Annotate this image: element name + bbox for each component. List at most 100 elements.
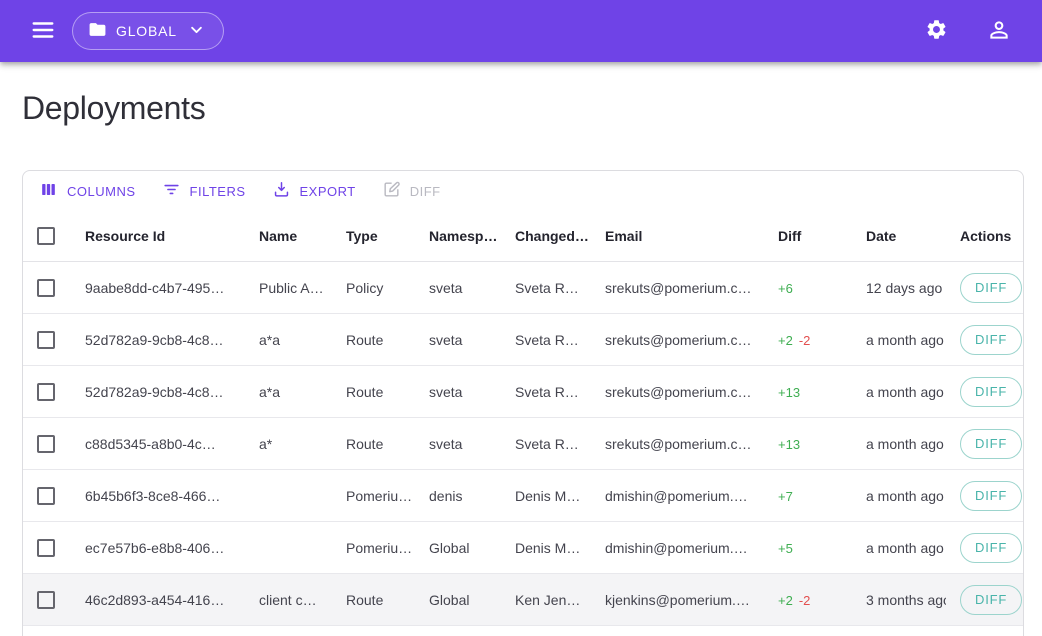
cell-resource-id: 6b45b6f3-8ce8-466…	[69, 488, 243, 504]
app-bar: GLOBAL	[0, 0, 1042, 62]
filters-button-label: FILTERS	[190, 184, 246, 199]
cell-diff: +5	[762, 540, 850, 556]
row-diff-button[interactable]: DIFF	[960, 585, 1022, 615]
cell-date: a month ago	[850, 540, 946, 556]
cell-diff: +7	[762, 488, 850, 504]
cell-date: a month ago	[850, 436, 946, 452]
cell-diff: +6	[762, 280, 850, 296]
cell-changed-by: Sveta R…	[499, 384, 589, 400]
cell-name: Public A…	[243, 280, 330, 296]
row-checkbox[interactable]	[37, 383, 55, 401]
diff-removed: -2	[799, 333, 811, 348]
row-checkbox[interactable]	[37, 279, 55, 297]
column-header-name[interactable]: Name	[243, 228, 330, 244]
table-toolbar: COLUMNS FILTERS EXPORT DIFF	[23, 171, 1023, 211]
cell-type: Policy	[330, 280, 413, 296]
columns-button[interactable]: COLUMNS	[29, 174, 146, 208]
table-row[interactable]: 46c2d893-a454-416… client c… Route Globa…	[23, 574, 1023, 626]
cell-changed-by: Sveta R…	[499, 332, 589, 348]
filters-button[interactable]: FILTERS	[152, 174, 256, 208]
row-checkbox[interactable]	[37, 591, 55, 609]
cell-date: 3 months ago	[850, 592, 946, 608]
column-header-actions: Actions	[946, 228, 1023, 244]
cell-date: a month ago	[850, 384, 946, 400]
cell-namespace: Global	[413, 540, 499, 556]
cell-type: Pomeriu…	[330, 540, 413, 556]
column-header-email[interactable]: Email	[589, 228, 762, 244]
cell-diff: +2 -2	[762, 332, 850, 348]
cell-name: a*	[243, 436, 330, 452]
table-row[interactable]: 9aabe8dd-c4b7-495… Public A… Policy svet…	[23, 262, 1023, 314]
namespace-label: GLOBAL	[116, 23, 177, 39]
cell-changed-by: Denis M…	[499, 540, 589, 556]
diff-added: +2	[778, 333, 793, 348]
cell-diff: +13	[762, 384, 850, 400]
diff-toolbar-button: DIFF	[372, 174, 451, 208]
column-header-type[interactable]: Type	[330, 228, 413, 244]
menu-button[interactable]	[24, 11, 62, 52]
row-checkbox[interactable]	[37, 539, 55, 557]
cell-type: Route	[330, 332, 413, 348]
cell-diff: +2 -2	[762, 592, 850, 608]
cell-resource-id: 52d782a9-9cb8-4c8…	[69, 384, 243, 400]
select-all-checkbox[interactable]	[37, 227, 55, 245]
cell-diff: +13	[762, 436, 850, 452]
folder-icon	[88, 20, 107, 42]
row-checkbox[interactable]	[37, 435, 55, 453]
diff-added: +13	[778, 437, 800, 452]
diff-added: +6	[778, 281, 793, 296]
diff-added: +2	[778, 593, 793, 608]
settings-button[interactable]	[919, 12, 954, 50]
table-row[interactable]: c88d5345-a8b0-4c… a* Route sveta Sveta R…	[23, 418, 1023, 470]
column-header-diff[interactable]: Diff	[762, 228, 850, 244]
cell-resource-id: ec7e57b6-e8b8-406…	[69, 540, 243, 556]
cell-date: a month ago	[850, 332, 946, 348]
diff-added: +13	[778, 385, 800, 400]
view-columns-icon	[39, 180, 58, 202]
account-button[interactable]	[980, 11, 1018, 52]
cell-email: srekuts@pomerium.c…	[589, 436, 762, 452]
table-row[interactable]: ec7e57b6-e8b8-406… Pomeriu… Global Denis…	[23, 522, 1023, 574]
cell-name: client c…	[243, 592, 330, 608]
cell-resource-id: 52d782a9-9cb8-4c8…	[69, 332, 243, 348]
cell-type: Route	[330, 436, 413, 452]
diff-removed: -2	[799, 593, 811, 608]
cell-resource-id: c88d5345-a8b0-4c…	[69, 436, 243, 452]
person-icon	[986, 17, 1012, 46]
edit-diff-icon	[382, 180, 401, 202]
row-diff-button[interactable]: DIFF	[960, 429, 1022, 459]
cell-changed-by: Sveta R…	[499, 280, 589, 296]
diff-added: +7	[778, 489, 793, 504]
cell-namespace: sveta	[413, 384, 499, 400]
column-header-changed-by[interactable]: Changed…	[499, 228, 589, 244]
row-checkbox[interactable]	[37, 331, 55, 349]
cell-resource-id: 46c2d893-a454-416…	[69, 592, 243, 608]
cell-namespace: Global	[413, 592, 499, 608]
column-header-date[interactable]: Date	[850, 228, 946, 244]
export-button[interactable]: EXPORT	[262, 174, 366, 208]
columns-button-label: COLUMNS	[67, 184, 136, 199]
cell-namespace: sveta	[413, 332, 499, 348]
row-diff-button[interactable]: DIFF	[960, 481, 1022, 511]
row-diff-button[interactable]: DIFF	[960, 273, 1022, 303]
main-content: Deployments COLUMNS FILTERS EXPORT	[0, 86, 1042, 636]
cell-namespace: sveta	[413, 436, 499, 452]
gear-icon	[925, 18, 948, 44]
page-title: Deployments	[22, 86, 1022, 130]
cell-changed-by: Denis M…	[499, 488, 589, 504]
cell-changed-by: Ken Jen…	[499, 592, 589, 608]
cell-namespace: denis	[413, 488, 499, 504]
diff-toolbar-button-label: DIFF	[410, 184, 441, 199]
diff-added: +5	[778, 541, 793, 556]
row-diff-button[interactable]: DIFF	[960, 325, 1022, 355]
row-diff-button[interactable]: DIFF	[960, 377, 1022, 407]
column-header-resource-id[interactable]: Resource Id	[69, 228, 243, 244]
row-checkbox[interactable]	[37, 487, 55, 505]
namespace-selector[interactable]: GLOBAL	[72, 12, 224, 50]
table-row[interactable]: 52d782a9-9cb8-4c8… a*a Route sveta Sveta…	[23, 366, 1023, 418]
cell-resource-id: 9aabe8dd-c4b7-495…	[69, 280, 243, 296]
column-header-namespace[interactable]: Namesp…	[413, 228, 499, 244]
table-row[interactable]: 52d782a9-9cb8-4c8… a*a Route sveta Sveta…	[23, 314, 1023, 366]
row-diff-button[interactable]: DIFF	[960, 533, 1022, 563]
table-row[interactable]: 6b45b6f3-8ce8-466… Pomeriu… denis Denis …	[23, 470, 1023, 522]
